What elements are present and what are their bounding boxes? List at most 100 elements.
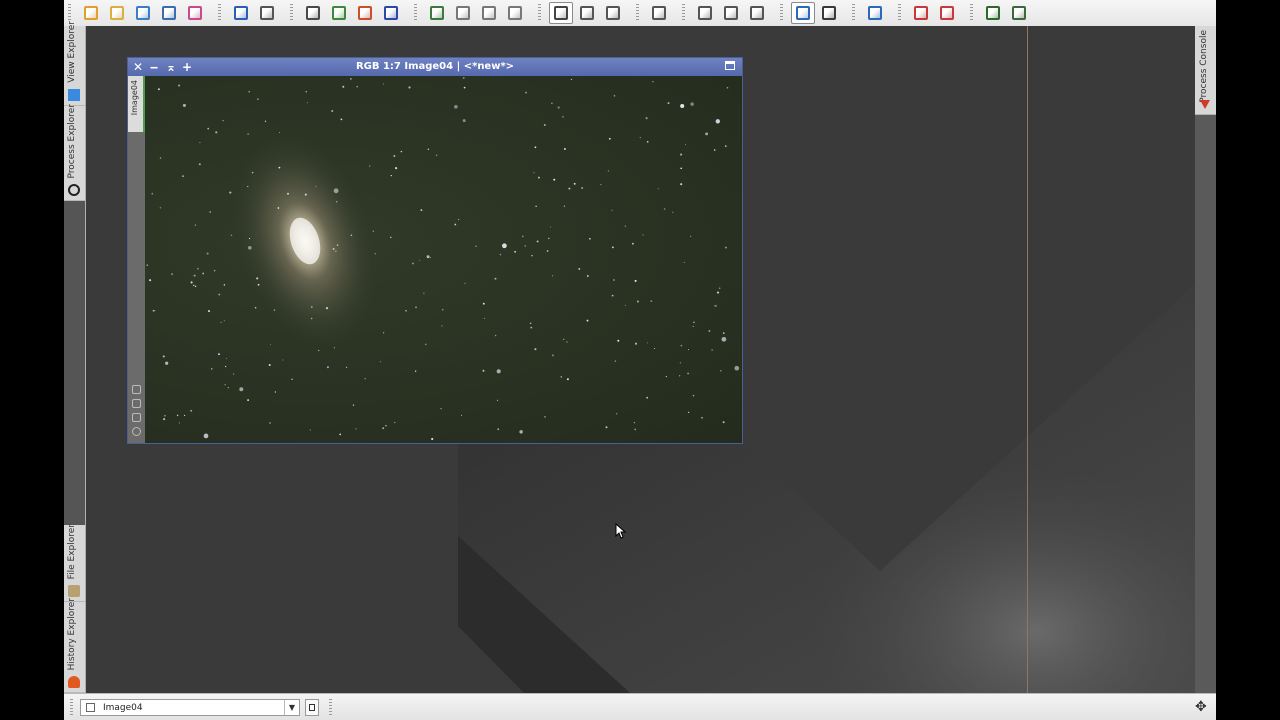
- side-tab-history-explorer[interactable]: History Explorer: [64, 598, 85, 693]
- toolbar-grip[interactable]: [898, 4, 901, 22]
- pan-mode-button[interactable]: [578, 4, 596, 22]
- chevron-down-icon[interactable]: ▼: [284, 700, 299, 715]
- zoom-1-1-button[interactable]: [506, 4, 524, 22]
- view-tab[interactable]: Image04: [128, 76, 145, 132]
- toolbar-grip[interactable]: [780, 4, 783, 22]
- fit-view-icon[interactable]: [132, 385, 141, 394]
- toolbar-grip[interactable]: [68, 4, 71, 22]
- side-tab-file-explorer[interactable]: File Explorer: [64, 524, 85, 602]
- new-view-button[interactable]: [305, 699, 319, 716]
- image-window[interactable]: RGB 1:7 Image04 | <*new*> ✕ ‒ ⌅ + Image0…: [127, 57, 743, 444]
- delete-preview-button[interactable]: [748, 4, 766, 22]
- target-icon[interactable]: [132, 427, 141, 436]
- star: [612, 246, 614, 249]
- astro-image: [146, 77, 740, 441]
- display-settings-button[interactable]: [1010, 4, 1028, 22]
- star: [502, 243, 507, 249]
- toolbar-grip[interactable]: [70, 699, 73, 717]
- toolbar-grip[interactable]: [218, 4, 221, 22]
- mask-invert-button[interactable]: [938, 4, 956, 22]
- toolbar-grip[interactable]: [852, 4, 855, 22]
- star: [264, 120, 267, 122]
- link-view-icon[interactable]: [132, 413, 141, 422]
- star: [530, 326, 533, 329]
- star: [412, 262, 414, 265]
- zoom-out-button[interactable]: [480, 4, 498, 22]
- screen-transfer-function-button[interactable]: [791, 2, 815, 24]
- preview-mode-button[interactable]: [650, 4, 668, 22]
- readout-mode-button[interactable]: [549, 2, 573, 24]
- image-canvas[interactable]: [145, 76, 742, 443]
- rgb-working-space-button[interactable]: [382, 4, 400, 22]
- star: [693, 321, 695, 323]
- undo-button[interactable]: [232, 4, 250, 22]
- maximize-icon[interactable]: [725, 61, 735, 70]
- color-image-icon: [188, 6, 202, 20]
- right-side-panel: Process Console: [1195, 26, 1216, 693]
- star: [194, 224, 197, 226]
- redo-button[interactable]: [258, 4, 276, 22]
- star: [218, 293, 221, 296]
- star: [335, 250, 337, 253]
- open-file-button[interactable]: [82, 4, 100, 22]
- star: [154, 310, 156, 312]
- star: [549, 226, 551, 228]
- star: [390, 236, 392, 239]
- new-preview-button[interactable]: [722, 4, 740, 22]
- toolbar-grip[interactable]: [682, 4, 685, 22]
- mask-show-button[interactable]: [912, 4, 930, 22]
- star: [701, 416, 703, 419]
- star: [420, 209, 423, 212]
- shade-icon[interactable]: ⌅: [164, 60, 178, 74]
- save-icon: [136, 6, 150, 20]
- star: [149, 279, 152, 282]
- track-view-icon: [986, 6, 1000, 20]
- display-channel-button[interactable]: [866, 4, 884, 22]
- channel-extract-button[interactable]: [356, 4, 374, 22]
- star: [382, 83, 384, 85]
- star: [315, 185, 317, 187]
- star: [521, 235, 524, 238]
- zoom-to-fit-icon[interactable]: [132, 399, 141, 408]
- minimize-icon[interactable]: ‒: [147, 60, 161, 74]
- close-icon[interactable]: ✕: [131, 60, 145, 74]
- zoom-mode-button[interactable]: [604, 4, 622, 22]
- view-selector-dropdown[interactable]: Image04 ▼: [80, 699, 300, 716]
- track-view-button[interactable]: [984, 4, 1002, 22]
- zoom-in-button[interactable]: [454, 4, 472, 22]
- toolbar-grip[interactable]: [329, 699, 332, 717]
- toolbar-grip[interactable]: [970, 4, 973, 22]
- star: [325, 307, 329, 310]
- star: [305, 90, 307, 93]
- toolbar-grip[interactable]: [636, 4, 639, 22]
- history-icon: [68, 676, 80, 688]
- pin-icon[interactable]: +: [180, 60, 194, 74]
- image-view-icon: [86, 703, 95, 712]
- star: [536, 240, 539, 243]
- new-image-button[interactable]: [304, 4, 322, 22]
- star: [218, 353, 220, 356]
- side-tab-view-explorer[interactable]: View Explorer: [64, 21, 85, 106]
- star: [533, 172, 535, 174]
- move-handle-icon[interactable]: ✥: [1195, 700, 1207, 714]
- toolbar-grip[interactable]: [538, 4, 541, 22]
- auto-stretch-button[interactable]: [820, 4, 838, 22]
- toolbar-grip[interactable]: [414, 4, 417, 22]
- save-as-button[interactable]: [160, 4, 178, 22]
- star: [496, 369, 501, 374]
- zoom-fit-button[interactable]: [428, 4, 446, 22]
- star: [440, 407, 442, 410]
- duplicate-image-button[interactable]: [330, 4, 348, 22]
- star: [220, 321, 222, 323]
- save-button[interactable]: [134, 4, 152, 22]
- side-tab-process-console[interactable]: Process Console: [1195, 26, 1216, 115]
- image-window-titlebar[interactable]: RGB 1:7 Image04 | <*new*> ✕ ‒ ⌅ +: [128, 58, 742, 76]
- color-image-button[interactable]: [186, 4, 204, 22]
- open-folder-button[interactable]: [108, 4, 126, 22]
- workspace[interactable]: RGB 1:7 Image04 | <*new*> ✕ ‒ ⌅ + Image0…: [64, 26, 1216, 693]
- star: [715, 305, 717, 307]
- toolbar-grip[interactable]: [290, 4, 293, 22]
- side-tab-process-explorer[interactable]: Process Explorer: [64, 104, 85, 201]
- edit-preview-button[interactable]: [696, 4, 714, 22]
- star: [496, 399, 499, 401]
